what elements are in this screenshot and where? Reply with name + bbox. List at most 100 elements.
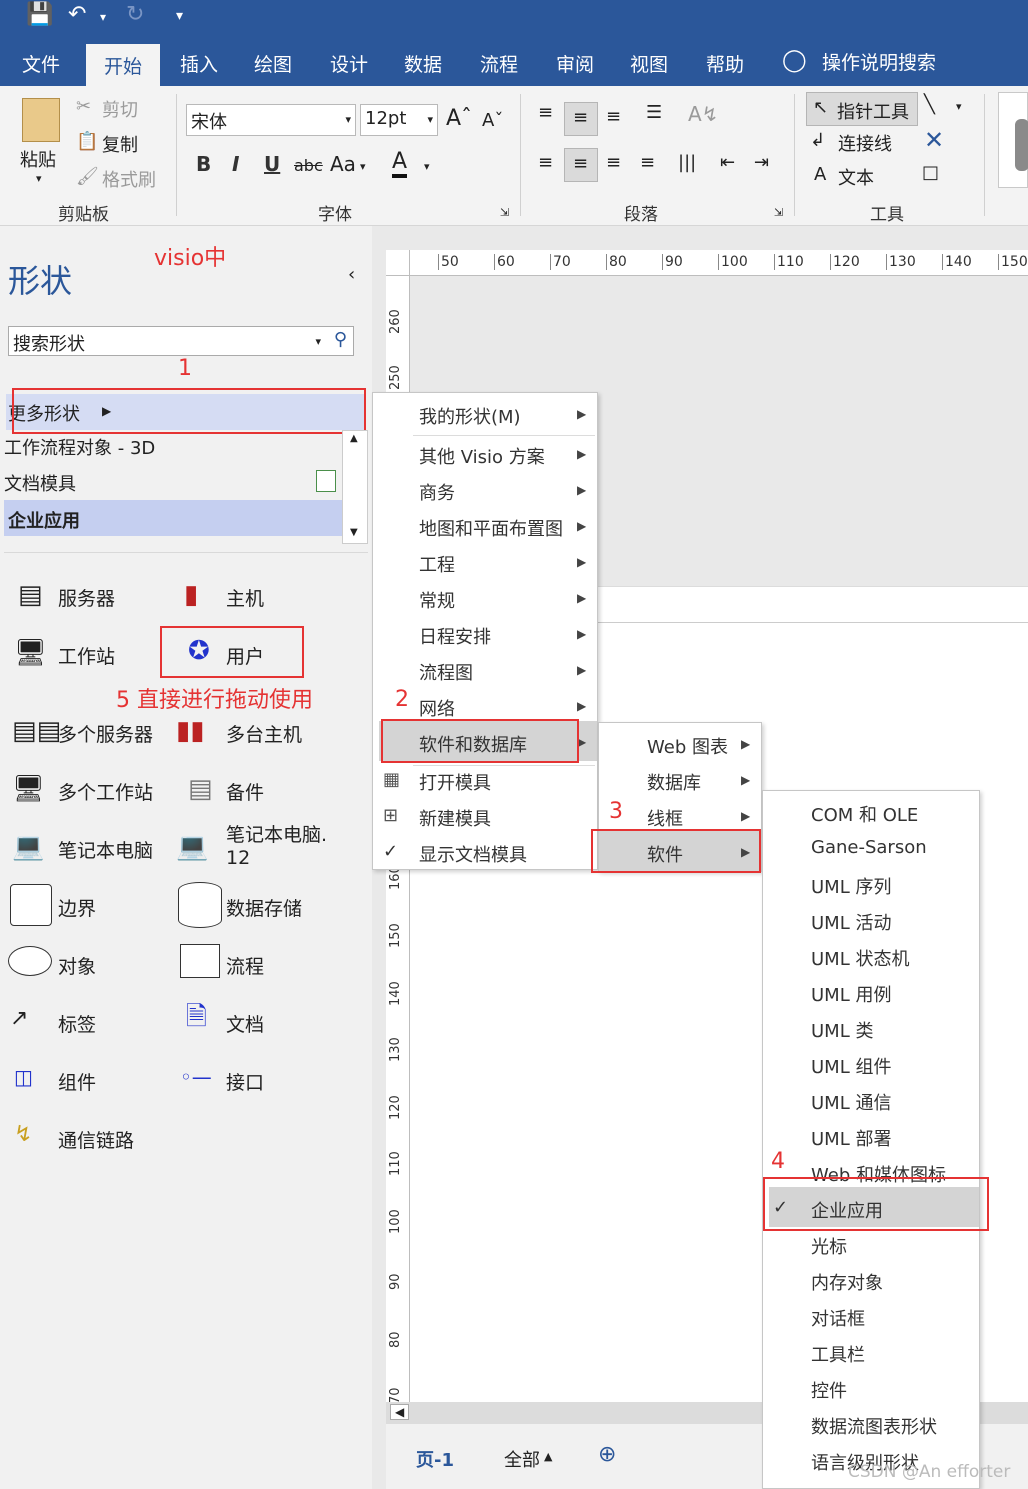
redo-icon[interactable]: ↻: [126, 2, 144, 27]
menu-item-flowchart[interactable]: 流程图 ▶: [373, 659, 599, 685]
align-middle-button[interactable]: ≡: [564, 102, 598, 136]
chevron-down-icon[interactable]: ▾: [424, 160, 430, 173]
shape-label[interactable]: 标签: [58, 1010, 96, 1037]
menu-item-uml-usecase[interactable]: UML 用例: [763, 981, 981, 1007]
menu-item-uml-state[interactable]: UML 状态机: [763, 945, 981, 971]
tab-process[interactable]: 流程: [462, 48, 536, 86]
shape-server[interactable]: 服务器: [58, 584, 115, 611]
menu-item-general[interactable]: 常规 ▶: [373, 587, 599, 613]
close-icon[interactable]: ✕: [924, 126, 944, 154]
font-color-button[interactable]: A: [392, 150, 408, 178]
add-stencil-icon[interactable]: [316, 470, 336, 492]
align-bottom-icon[interactable]: ≡: [606, 106, 621, 127]
shape-component[interactable]: 组件: [58, 1068, 96, 1095]
strikethrough-button[interactable]: abc: [294, 156, 323, 175]
shape-workstation[interactable]: 工作站: [58, 642, 115, 669]
bullets-icon[interactable]: ☰: [646, 102, 662, 123]
chevron-down-icon[interactable]: ▾: [360, 160, 366, 173]
crop-icon[interactable]: □: [922, 162, 939, 183]
align-center-button[interactable]: ≡: [564, 148, 598, 182]
shape-interface[interactable]: 接口: [226, 1068, 264, 1095]
shrink-font-icon[interactable]: Aˇ: [482, 110, 503, 131]
stencil-scrollbar[interactable]: ▲ ▼: [342, 430, 368, 544]
menu-item-memory-objects[interactable]: 内存对象: [763, 1269, 981, 1295]
distribute-icon[interactable]: |||: [678, 152, 696, 173]
menu-item-other-visio[interactable]: 其他 Visio 方案 ▶: [373, 443, 599, 469]
shape-document[interactable]: 文档: [226, 1010, 264, 1037]
tell-me-search[interactable]: 操作说明搜索: [822, 48, 936, 75]
search-icon[interactable]: ⚲: [334, 329, 347, 350]
scroll-down-icon[interactable]: ▼: [350, 527, 358, 538]
customize-icon[interactable]: ▾: [176, 8, 183, 24]
menu-item-business[interactable]: 商务 ▶: [373, 479, 599, 505]
tab-draw[interactable]: 绘图: [236, 48, 310, 86]
pointer-tool-button[interactable]: ↖ 指针工具: [806, 92, 918, 126]
menu-item-show-doc-stencil[interactable]: ✓ 显示文档模具: [373, 841, 599, 867]
underline-button[interactable]: U: [264, 152, 280, 176]
stencil-workflow-3d[interactable]: 工作流程对象 - 3D: [4, 434, 155, 460]
tab-view[interactable]: 视图: [612, 48, 686, 86]
line-icon[interactable]: ╲: [924, 94, 935, 115]
paste-button[interactable]: 粘贴: [20, 146, 56, 172]
text-tool-button[interactable]: 文本: [838, 164, 874, 190]
menu-item-dataflow[interactable]: 数据流图表形状: [763, 1413, 981, 1439]
connector-button[interactable]: 连接线: [838, 130, 892, 156]
chevron-down-icon[interactable]: ▾: [100, 10, 106, 24]
shape-laptop[interactable]: 笔记本电脑: [58, 836, 153, 863]
shape-multiple-servers[interactable]: 多个服务器: [58, 720, 153, 747]
menu-item-engineering[interactable]: 工程 ▶: [373, 551, 599, 577]
shape-laptop-12[interactable]: 笔记本电脑. 12: [226, 824, 327, 870]
menu-item-uml-communication[interactable]: UML 通信: [763, 1089, 981, 1115]
menu-item-new-stencil[interactable]: ⊞ 新建模具: [373, 805, 599, 831]
grow-font-icon[interactable]: Aˆ: [446, 106, 472, 131]
shape-spare[interactable]: 备件: [226, 778, 264, 805]
copy-button[interactable]: 复制: [102, 131, 138, 157]
shape-object[interactable]: 对象: [58, 952, 96, 979]
tab-home[interactable]: 开始: [86, 44, 161, 86]
tab-review[interactable]: 审阅: [538, 48, 612, 86]
tab-help[interactable]: 帮助: [688, 48, 762, 86]
format-painter-button[interactable]: 格式刷: [102, 166, 156, 192]
bold-button[interactable]: B: [196, 152, 211, 176]
menu-item-dialog[interactable]: 对话框: [763, 1305, 981, 1331]
increase-indent-icon[interactable]: ⇥: [754, 152, 769, 173]
stencil-enterprise-row[interactable]: 企业应用: [4, 500, 342, 536]
menu-item-uml-sequence[interactable]: UML 序列: [763, 873, 981, 899]
shape-styles-gallery[interactable]: [998, 92, 1028, 188]
text-direction-icon[interactable]: A↯: [688, 102, 718, 126]
decrease-indent-icon[interactable]: ⇤: [720, 152, 735, 173]
justify-icon[interactable]: ≡: [640, 152, 655, 173]
tab-data[interactable]: 数据: [386, 48, 460, 86]
italic-button[interactable]: I: [232, 152, 239, 176]
tab-page-1[interactable]: 页-1: [416, 1446, 454, 1472]
align-right-icon[interactable]: ≡: [606, 152, 621, 173]
menu-item-wireframe[interactable]: 线框 ▶: [599, 805, 763, 831]
search-input[interactable]: 搜索形状 ▾ ⚲: [8, 326, 354, 356]
menu-item-maps[interactable]: 地图和平面布置图 ▶: [373, 515, 599, 541]
tab-file[interactable]: 文件: [4, 48, 78, 86]
menu-item-uml-component[interactable]: UML 组件: [763, 1053, 981, 1079]
chevron-up-icon[interactable]: ▲: [544, 1450, 552, 1463]
menu-item-open-stencil[interactable]: ▦ 打开模具: [373, 769, 599, 795]
chevron-down-icon[interactable]: ▾: [956, 100, 962, 113]
menu-item-web-diagram[interactable]: Web 图表 ▶: [599, 733, 763, 759]
menu-item-uml-activity[interactable]: UML 活动: [763, 909, 981, 935]
change-case-button[interactable]: Aa: [330, 152, 356, 176]
shape-boundary[interactable]: 边界: [58, 894, 96, 921]
menu-item-cursor[interactable]: 光标: [763, 1233, 981, 1259]
chevron-down-icon[interactable]: ▾: [36, 172, 42, 185]
cut-button[interactable]: 剪切: [102, 96, 138, 122]
menu-item-uml-deployment[interactable]: UML 部署: [763, 1125, 981, 1151]
shape-multiple-mainframes[interactable]: 多台主机: [226, 720, 302, 747]
tab-design[interactable]: 设计: [312, 48, 386, 86]
menu-item-toolbar[interactable]: 工具栏: [763, 1341, 981, 1367]
dialog-launcher-icon[interactable]: ⇲: [774, 206, 783, 219]
align-top-icon[interactable]: ≡: [538, 102, 553, 123]
menu-item-com-ole[interactable]: COM 和 OLE: [763, 801, 981, 827]
align-left-icon[interactable]: ≡: [538, 152, 553, 173]
undo-icon[interactable]: ↶: [68, 2, 86, 27]
shape-comm-link[interactable]: 通信链路: [58, 1126, 134, 1153]
menu-item-database[interactable]: 数据库 ▶: [599, 769, 763, 795]
tab-all-pages[interactable]: 全部: [504, 1446, 540, 1472]
menu-item-my-shapes[interactable]: 我的形状(M) ▶: [373, 403, 599, 429]
